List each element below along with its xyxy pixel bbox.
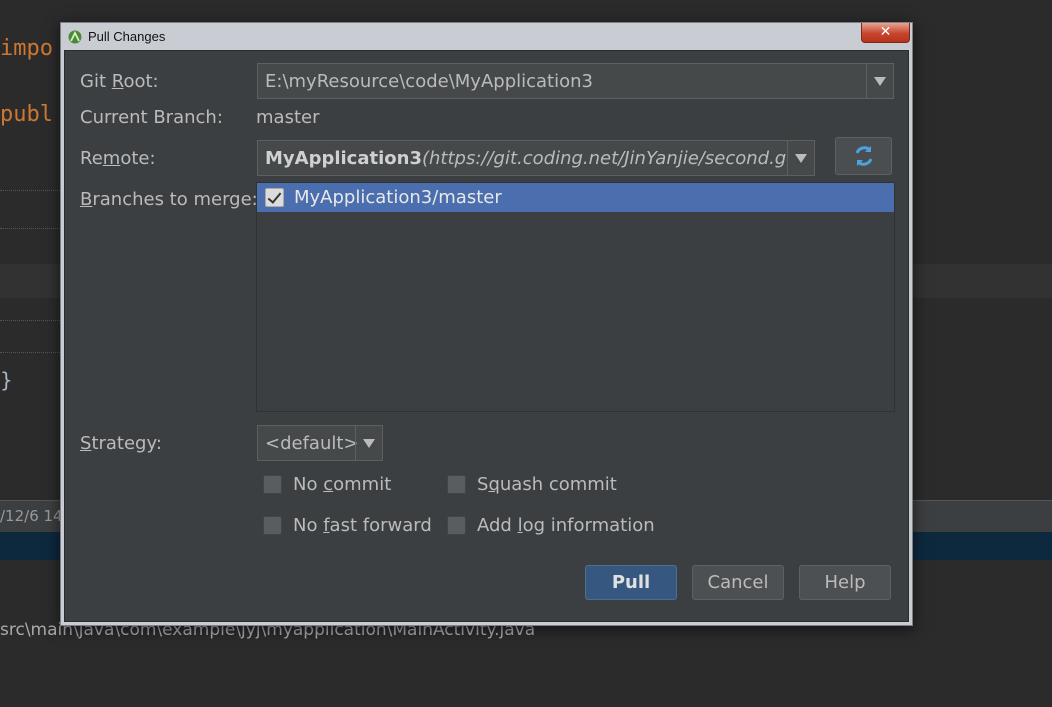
no-fast-forward-checkbox[interactable]: [263, 516, 282, 535]
remote-value: MyApplication3(https://git.coding.net/Ji…: [265, 148, 786, 169]
divider: [0, 320, 60, 321]
help-button[interactable]: Help: [799, 565, 891, 600]
branches-label-post: ranches to merge:: [92, 189, 258, 210]
strategy-dropdown-button[interactable]: [355, 426, 382, 460]
chevron-down-icon: [363, 439, 375, 448]
refresh-branches-button[interactable]: [835, 137, 892, 175]
close-button[interactable]: ✕: [861, 23, 910, 43]
squash-commit-checkbox[interactable]: [447, 475, 466, 494]
branches-list[interactable]: MyApplication3/master: [256, 182, 895, 412]
no-fast-forward-pre: No: [293, 515, 324, 536]
squash-commit-post: uash commit: [499, 474, 617, 495]
list-item[interactable]: MyApplication3/master: [257, 183, 894, 212]
add-log-post: og information: [522, 515, 655, 536]
add-log-checkbox[interactable]: [447, 516, 466, 535]
code-line-public: publ: [0, 102, 53, 127]
close-icon: ✕: [879, 24, 892, 40]
pull-changes-dialog: Pull Changes ✕ Git Root: E:\myResource\c…: [60, 22, 913, 626]
chevron-down-icon: [874, 77, 886, 86]
code-brace: }: [0, 368, 13, 392]
remote-name: MyApplication3: [265, 148, 422, 169]
no-fast-forward-post: ast forward: [329, 515, 432, 536]
remote-url: (https://git.coding.net/JinYanjie/second…: [421, 148, 786, 169]
cancel-button[interactable]: Cancel: [692, 565, 784, 600]
remote-label-post: ote:: [120, 148, 156, 169]
pull-button[interactable]: Pull: [585, 565, 677, 600]
no-commit-label[interactable]: No commit: [293, 474, 391, 495]
android-studio-icon: [68, 30, 82, 44]
strategy-label-post: trategy:: [91, 433, 162, 454]
no-fast-forward-label[interactable]: No fast forward: [293, 515, 432, 536]
divider: [0, 190, 60, 191]
git-root-value: E:\myResource\code\MyApplication3: [265, 71, 593, 92]
add-log-label[interactable]: Add log information: [477, 515, 655, 536]
dialog-content: Git Root: E:\myResource\code\MyApplicati…: [64, 50, 909, 622]
current-branch-label: Current Branch:: [80, 107, 223, 128]
squash-commit-mnemonic: q: [488, 474, 500, 495]
remote-combo[interactable]: MyApplication3(https://git.coding.net/Ji…: [257, 140, 815, 176]
remote-label: Remote:: [80, 148, 156, 169]
chevron-down-icon: [795, 154, 807, 163]
git-root-label: Git Root:: [80, 71, 159, 92]
squash-commit-pre: S: [477, 474, 489, 495]
commit-timestamp: /12/6 14: [0, 507, 63, 525]
current-branch-value: master: [256, 107, 320, 128]
remote-dropdown-button[interactable]: [787, 141, 814, 175]
remote-label-pre: Re: [80, 148, 103, 169]
divider: [0, 352, 60, 353]
branches-label-mnemonic: B: [80, 189, 93, 210]
no-commit-post: ommit: [333, 474, 392, 495]
branch-item-label: MyApplication3/master: [294, 187, 502, 208]
branches-label: Branches to merge:: [80, 189, 258, 210]
strategy-combo[interactable]: <default>: [257, 425, 383, 461]
git-root-label-pre: Git: [80, 71, 112, 92]
strategy-label-mnemonic: S: [80, 433, 92, 454]
refresh-icon: [855, 146, 873, 166]
git-root-label-mnemonic: R: [111, 71, 124, 92]
dialog-titlebar[interactable]: Pull Changes ✕: [61, 23, 912, 49]
git-root-dropdown-button[interactable]: [866, 64, 893, 98]
no-commit-mnemonic: c: [323, 474, 334, 495]
strategy-label: Strategy:: [80, 433, 162, 454]
branch-checkbox[interactable]: [265, 188, 284, 207]
remote-label-mnemonic: m: [102, 148, 121, 169]
dialog-title: Pull Changes: [88, 29, 166, 44]
divider: [0, 228, 60, 229]
code-line-import: impo: [0, 36, 53, 61]
git-root-label-post: oot:: [123, 71, 159, 92]
no-commit-checkbox[interactable]: [263, 475, 282, 494]
add-log-pre: Add: [477, 515, 518, 536]
squash-commit-label[interactable]: Squash commit: [477, 474, 617, 495]
no-commit-pre: No: [293, 474, 324, 495]
git-root-combo[interactable]: E:\myResource\code\MyApplication3: [257, 63, 894, 99]
strategy-value: <default>: [265, 433, 359, 454]
